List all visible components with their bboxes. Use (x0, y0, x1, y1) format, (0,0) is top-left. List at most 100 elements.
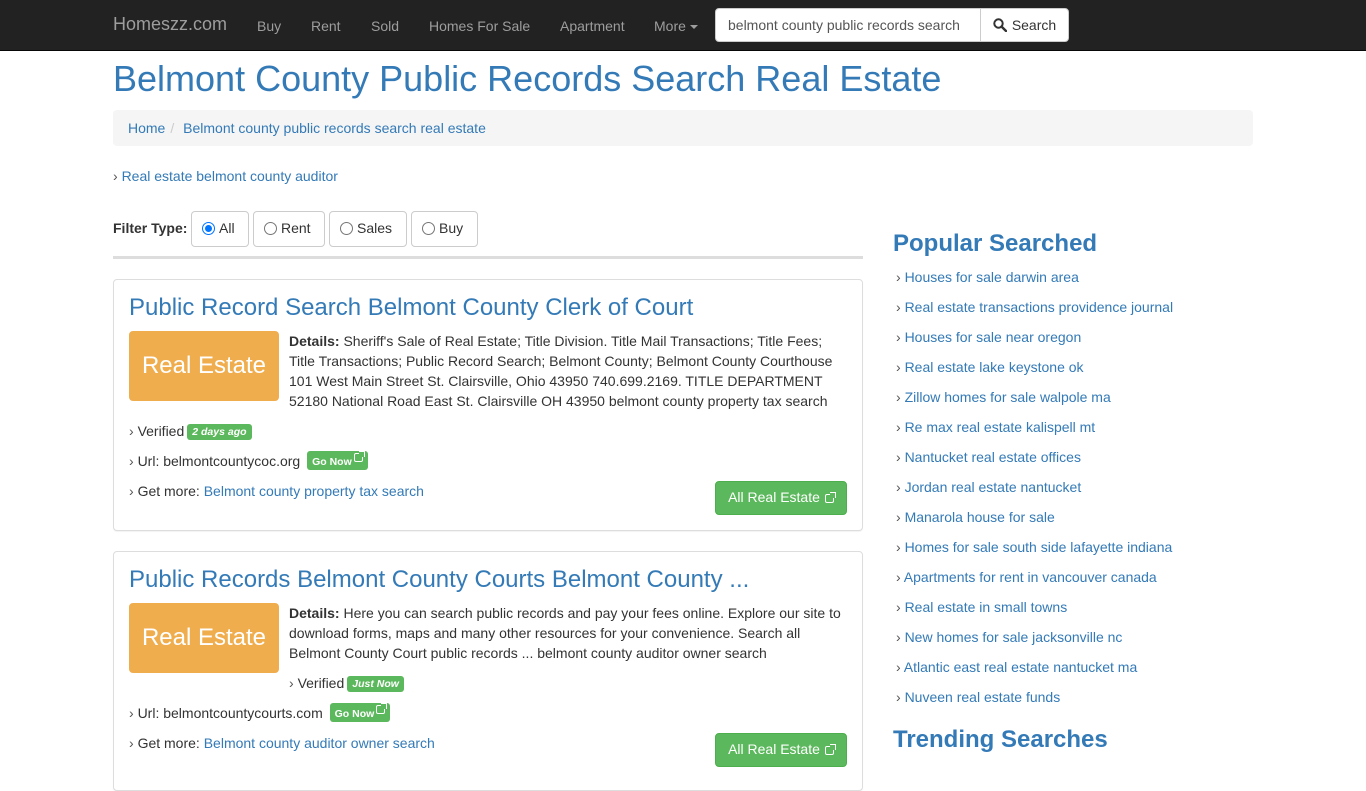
search-input[interactable] (715, 8, 981, 42)
radio-icon[interactable] (340, 221, 353, 235)
related-link-row: › Real estate belmont county auditor (113, 166, 338, 186)
nav-buy[interactable]: Buy (257, 16, 281, 36)
url-text: Url: belmontcountycoc.org (137, 453, 301, 469)
verified-row: › Verified 2 days ago (129, 421, 252, 441)
chevron-right-icon: › (896, 539, 901, 555)
chevron-right-icon: › (896, 479, 901, 495)
radio-icon[interactable] (264, 221, 277, 235)
popular-search-link[interactable]: Apartments for rent in vancouver canada (904, 569, 1157, 585)
result-title[interactable]: Public Record Search Belmont County Cler… (129, 293, 693, 323)
go-now-button[interactable]: Go Now (307, 451, 368, 470)
chevron-right-icon: › (896, 389, 901, 405)
nav-rent[interactable]: Rent (311, 16, 341, 36)
go-now-button[interactable]: Go Now (329, 703, 391, 722)
details-label: Details: (289, 333, 340, 349)
all-real-estate-button[interactable]: All Real Estate (715, 733, 847, 767)
category-thumbnail: Real Estate (129, 331, 279, 401)
category-thumbnail: Real Estate (129, 603, 279, 673)
chevron-right-icon: › (896, 569, 901, 585)
filter-option-rent[interactable]: Rent (253, 211, 325, 247)
list-item: › Manarola house for sale (896, 507, 1173, 537)
breadcrumb: Home / Belmont county public records sear… (113, 110, 1253, 146)
verified-label: Verified (297, 675, 345, 691)
all-real-estate-button[interactable]: All Real Estate (715, 481, 847, 515)
chevron-right-icon: › (129, 483, 134, 499)
popular-search-link[interactable]: Zillow homes for sale walpole ma (905, 389, 1111, 405)
get-more-link[interactable]: Belmont county property tax search (204, 483, 424, 499)
trending-searches-heading: Trending Searches (893, 726, 1108, 753)
popular-search-link[interactable]: Real estate in small towns (905, 599, 1068, 615)
nav-more-dropdown[interactable]: More (654, 16, 698, 36)
chevron-right-icon: › (113, 168, 118, 184)
popular-search-link[interactable]: Houses for sale darwin area (905, 269, 1079, 285)
nav-apartment[interactable]: Apartment (560, 16, 625, 36)
url-row: › Url: belmontcountycoc.org Go Now (129, 451, 368, 471)
search-button[interactable]: Search (980, 8, 1069, 42)
filter-option-label: Sales (357, 220, 393, 237)
popular-search-link[interactable]: New homes for sale jacksonville nc (905, 629, 1123, 645)
related-link[interactable]: Real estate belmont county auditor (122, 168, 338, 184)
chevron-right-icon: › (289, 675, 294, 691)
filter-option-all[interactable]: All (191, 211, 249, 247)
details-text: Sheriff's Sale of Real Estate; Title Div… (289, 333, 833, 409)
details-label: Details: (289, 605, 340, 621)
chevron-right-icon: › (129, 735, 134, 751)
popular-search-link[interactable]: Real estate transactions providence jour… (905, 299, 1174, 315)
chevron-right-icon: › (896, 599, 901, 615)
popular-searched-heading: Popular Searched (893, 230, 1098, 257)
go-now-label: Go Now (312, 456, 352, 468)
radio-icon[interactable] (422, 221, 435, 235)
details-text: Here you can search public records and p… (289, 605, 841, 661)
popular-search-link[interactable]: Nantucket real estate offices (905, 449, 1081, 465)
breadcrumb-separator: / (170, 120, 175, 136)
external-link-icon (376, 703, 388, 714)
list-item: › Nantucket real estate offices (896, 447, 1173, 477)
chevron-right-icon: › (896, 449, 901, 465)
chevron-right-icon: › (129, 453, 134, 469)
get-more-link[interactable]: Belmont county auditor owner search (204, 735, 435, 751)
list-item: › Real estate lake keystone ok (896, 357, 1173, 387)
go-now-label: Go Now (334, 708, 375, 720)
brand-logo-link[interactable]: Homeszz.com (113, 14, 227, 34)
nav-sold[interactable]: Sold (371, 16, 399, 36)
breadcrumb-current[interactable]: Belmont county public records search rea… (183, 120, 486, 136)
chevron-right-icon: › (129, 705, 134, 721)
filter-label: Filter Type: (113, 220, 188, 236)
popular-searched-list: › Houses for sale darwin area › Real est… (896, 267, 1173, 717)
result-title[interactable]: Public Records Belmont County Courts Bel… (129, 565, 749, 595)
all-real-estate-label: All Real Estate (728, 489, 820, 505)
chevron-right-icon: › (896, 629, 901, 645)
chevron-right-icon: › (896, 269, 901, 285)
url-row: › Url: belmontcountycourts.com Go Now (129, 703, 391, 723)
popular-search-link[interactable]: Homes for sale south side lafayette indi… (905, 539, 1173, 555)
filter-option-label: Buy (439, 220, 464, 237)
list-item: › Real estate transactions providence jo… (896, 297, 1173, 327)
filter-option-sales[interactable]: Sales (329, 211, 407, 247)
get-more-row: › Get more: Belmont county property tax … (129, 481, 424, 501)
external-link-icon (824, 743, 836, 755)
verified-row: › Verified Just Now (289, 673, 404, 693)
list-item: › Nuveen real estate funds (896, 687, 1173, 717)
popular-search-link[interactable]: Nuveen real estate funds (905, 689, 1061, 705)
popular-search-link[interactable]: Jordan real estate nantucket (905, 479, 1082, 495)
nav-homes-for-sale[interactable]: Homes For Sale (429, 16, 530, 36)
external-link-icon (824, 491, 836, 503)
popular-search-link[interactable]: Manarola house for sale (905, 509, 1055, 525)
chevron-right-icon: › (129, 423, 134, 439)
result-card: Public Records Belmont County Courts Bel… (113, 551, 863, 791)
all-real-estate-label: All Real Estate (728, 741, 820, 757)
radio-checked-icon[interactable] (202, 221, 215, 235)
list-item: › Houses for sale darwin area (896, 267, 1173, 297)
filter-option-buy[interactable]: Buy (411, 211, 478, 247)
popular-search-link[interactable]: Re max real estate kalispell mt (905, 419, 1096, 435)
popular-search-link[interactable]: Houses for sale near oregon (905, 329, 1082, 345)
popular-search-link[interactable]: Atlantic east real estate nantucket ma (904, 659, 1137, 675)
get-more-row: › Get more: Belmont county auditor owner… (129, 733, 435, 753)
breadcrumb-home[interactable]: Home (128, 120, 165, 136)
filter-bar: Filter Type: All Rent Sales Buy (113, 211, 863, 259)
list-item: › Zillow homes for sale walpole ma (896, 387, 1173, 417)
popular-search-link[interactable]: Real estate lake keystone ok (905, 359, 1084, 375)
chevron-right-icon: › (896, 419, 901, 435)
chevron-right-icon: › (896, 659, 901, 675)
external-link-icon (353, 451, 365, 462)
